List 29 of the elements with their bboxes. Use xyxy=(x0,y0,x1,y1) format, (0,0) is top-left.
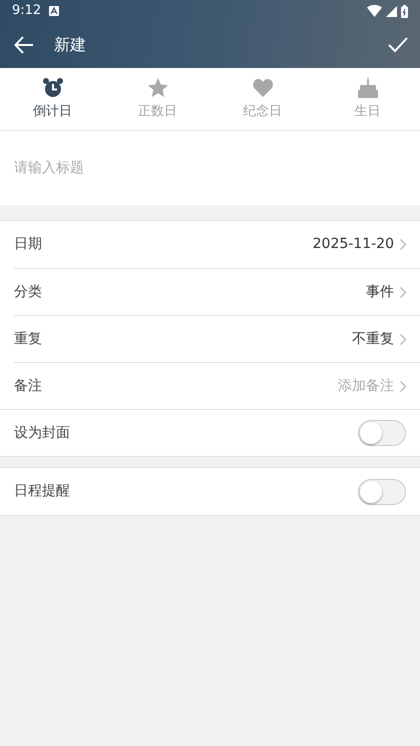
wifi-icon xyxy=(367,5,382,17)
tab[interactable]: 倒计日 xyxy=(0,68,105,130)
notification-icon xyxy=(49,6,60,16)
setting-label: 日期 xyxy=(14,235,42,254)
setting-label: 重复 xyxy=(14,330,42,348)
signal-icon xyxy=(386,6,397,16)
setting-label: 设为封面 xyxy=(14,424,70,442)
battery-icon xyxy=(401,4,408,18)
heart-icon xyxy=(252,76,274,99)
toggle-switch[interactable] xyxy=(358,478,406,504)
chevron-icon xyxy=(400,286,406,298)
setting-value[interactable]: 事件 xyxy=(366,282,394,302)
chevron-icon xyxy=(400,334,406,344)
chevron-icon xyxy=(400,239,406,250)
setting-label: 分类 xyxy=(14,282,42,302)
star-icon xyxy=(146,76,168,99)
alarm-clock-icon xyxy=(42,76,64,99)
setting-value[interactable]: 不重复 xyxy=(352,328,394,350)
screen-title: 新建 xyxy=(54,34,86,56)
cake-icon xyxy=(356,76,378,99)
setting-label: 备注 xyxy=(14,376,42,396)
status-time: 9:12 xyxy=(12,2,42,20)
setting-value[interactable]: 2025-11-20 xyxy=(312,234,394,255)
setting-label: 日程提醒 xyxy=(14,482,70,501)
title-field[interactable]: 请输入标题 xyxy=(0,130,420,205)
chevron-icon xyxy=(400,380,406,392)
check-icon[interactable] xyxy=(388,37,408,53)
toggle-switch[interactable] xyxy=(358,420,406,446)
back-icon[interactable] xyxy=(14,36,34,54)
